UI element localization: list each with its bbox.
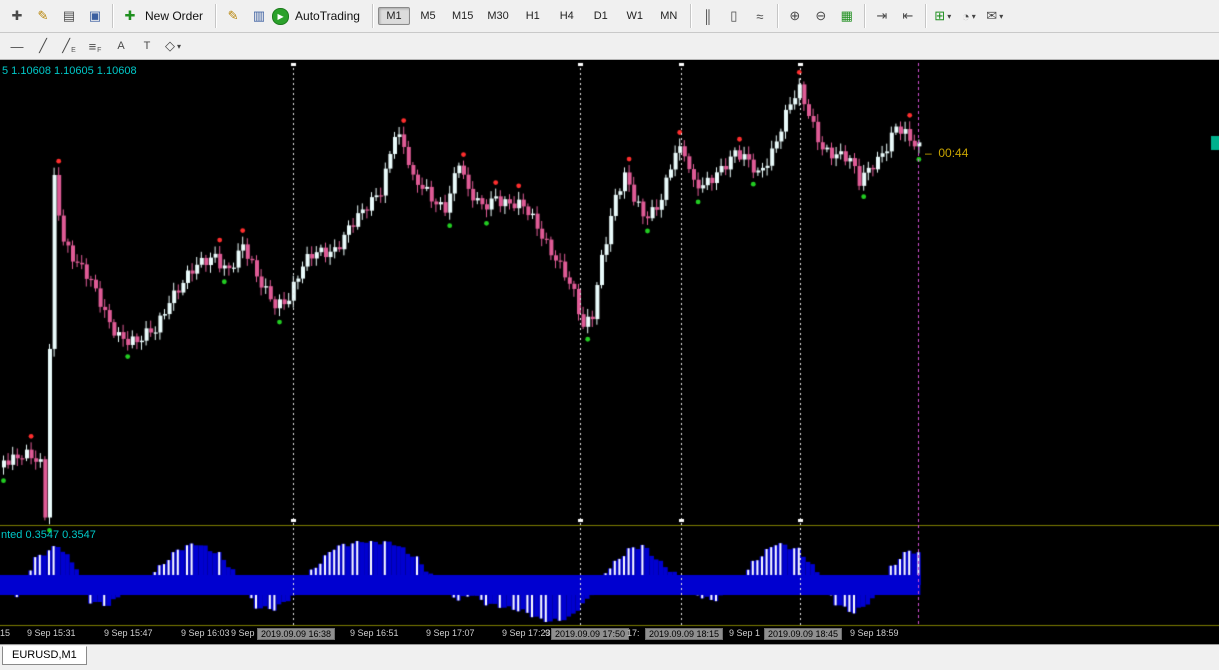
envelope-icon: ✉ (986, 8, 998, 23)
time-axis-label: 9 Sep 18:59 (850, 628, 899, 638)
timeframe-button-mn[interactable]: MN (653, 7, 685, 25)
autotrading-button[interactable]: AutoTrading (295, 9, 360, 23)
time-axis-label: 9 Sep 16:51 (350, 628, 399, 638)
time-axis-label: 9 Sep 15:47 (104, 628, 153, 638)
toolbar-separator (215, 4, 217, 28)
time-axis-highlight-label: 2019.09.09 18:15 (645, 628, 724, 640)
line-chart-icon[interactable]: ≈ (747, 4, 773, 28)
chart-window: 5 1.10608 1.10605 1.10608 – 00:44 nted 0… (0, 60, 1219, 644)
clock-icon: ◔ (961, 8, 970, 24)
time-axis-highlight-label: 2019.09.09 17:50 (551, 628, 630, 640)
chart-tab-bar: EURUSD,M1 (0, 644, 1219, 670)
fibo-sub-label: F (97, 47, 102, 54)
chart-shift-icon[interactable]: ⇤ (895, 4, 921, 28)
bar-chart-icon[interactable]: ║ (695, 4, 721, 28)
metaeditor-icon[interactable]: ✎ (220, 4, 246, 28)
timeframe-button-m5[interactable]: M5 (412, 7, 444, 25)
price-chart-canvas[interactable] (0, 60, 1219, 644)
periods-dropdown[interactable]: ◔ ▾ (956, 4, 982, 28)
ohlc-price-info: 5 1.10608 1.10605 1.10608 (2, 65, 137, 77)
channel-glyph: ╱ (62, 38, 71, 53)
toolbar-separator (924, 4, 926, 28)
chevron-down-icon: ▾ (999, 11, 1004, 21)
time-axis-label: 17: (627, 628, 640, 638)
indicators-dropdown[interactable]: ⊞ ▾ (930, 4, 956, 28)
label-tool-icon[interactable]: T (134, 34, 160, 58)
candle-countdown: – 00:44 (925, 146, 969, 160)
time-axis-highlight-label: 2019.09.09 18:45 (764, 628, 843, 640)
time-axis-label: 15 (0, 628, 11, 638)
auto-scroll-icon[interactable]: ⇥ (869, 4, 895, 28)
trendline-icon[interactable]: ╱ (30, 34, 56, 58)
timeframe-button-w1[interactable]: W1 (619, 7, 651, 25)
shapes-dropdown[interactable]: ◇ ▾ (160, 34, 186, 58)
timeframe-button-d1[interactable]: D1 (585, 7, 617, 25)
toolbar-separator (371, 4, 373, 28)
new-order-icon[interactable]: ✚ (117, 4, 143, 28)
chevron-down-icon: ▾ (176, 41, 181, 51)
autotrading-icon[interactable]: ▶ (272, 7, 290, 25)
chevron-down-icon: ▾ (971, 11, 976, 21)
drawing-toolbar: — ╱ ╱ E ≡ F A T ◇ ▾ (0, 33, 1219, 60)
time-axis-label: 9 (545, 628, 551, 638)
shapes-icon: ◇ (164, 38, 175, 53)
grid-icon[interactable]: ▦ (834, 4, 860, 28)
fibonacci-icon[interactable]: ≡ F (82, 34, 108, 58)
zoom-out-icon[interactable]: ⊖ (808, 4, 834, 28)
toolbar-separator (776, 4, 778, 28)
timeframe-group: M1 M5 M15 M30 H1 H4 D1 W1 MN (377, 7, 686, 25)
time-axis-label: 9 Sep 17:23 (502, 628, 551, 638)
text-tool-icon[interactable]: A (108, 34, 134, 58)
navigator-icon[interactable]: ▣ (82, 4, 108, 28)
timeframe-button-h4[interactable]: H4 (551, 7, 583, 25)
brush-icon[interactable]: ✎ (30, 4, 56, 28)
horizontal-line-icon[interactable]: — (4, 34, 30, 58)
indicators-icon: ⊞ (934, 8, 946, 23)
toolbar-separator (863, 4, 865, 28)
market-watch-icon[interactable]: ▤ (56, 4, 82, 28)
new-order-button[interactable]: New Order (145, 9, 203, 23)
time-axis-highlight-label: 2019.09.09 16:38 (257, 628, 336, 640)
candlestick-chart-icon[interactable]: ▯ (721, 4, 747, 28)
time-axis-label: 9 Sep 16:03 (181, 628, 230, 638)
time-axis-label: 9 Sep 1 (729, 628, 761, 638)
channel-sub-label: E (71, 47, 76, 54)
time-axis[interactable]: 15 9 Sep 15:31 9 Sep 15:47 9 Sep 16:03 9 Sep… (0, 625, 1219, 644)
chevron-down-icon: ▾ (947, 11, 952, 21)
equidistant-channel-icon[interactable]: ╱ E (56, 34, 82, 58)
toolbar-separator (689, 4, 691, 28)
timeframe-button-m30[interactable]: M30 (481, 7, 514, 25)
options-icon[interactable]: ▥ (246, 4, 272, 28)
time-axis-label: 9 Sep 15:31 (27, 628, 76, 638)
tab-eurusd-m1[interactable]: EURUSD,M1 (2, 646, 87, 665)
indicator-value-label: nted 0.3547 0.3547 (1, 529, 96, 541)
templates-dropdown[interactable]: ✉ ▾ (982, 4, 1008, 28)
time-axis-label: 9 Sep 17:07 (426, 628, 475, 638)
main-toolbar: ✚ ✎ ▤ ▣ ✚ New Order ✎ ▥ ▶ AutoTrading M1… (0, 0, 1219, 33)
fibo-glyph: ≡ (88, 38, 97, 54)
timeframe-button-m15[interactable]: M15 (446, 7, 479, 25)
timeframe-button-h1[interactable]: H1 (517, 7, 549, 25)
zoom-in-icon[interactable]: ⊕ (782, 4, 808, 28)
toolbar-separator (112, 4, 113, 28)
crosshair-icon[interactable]: ✚ (4, 4, 30, 28)
timeframe-button-m1[interactable]: M1 (377, 7, 410, 25)
